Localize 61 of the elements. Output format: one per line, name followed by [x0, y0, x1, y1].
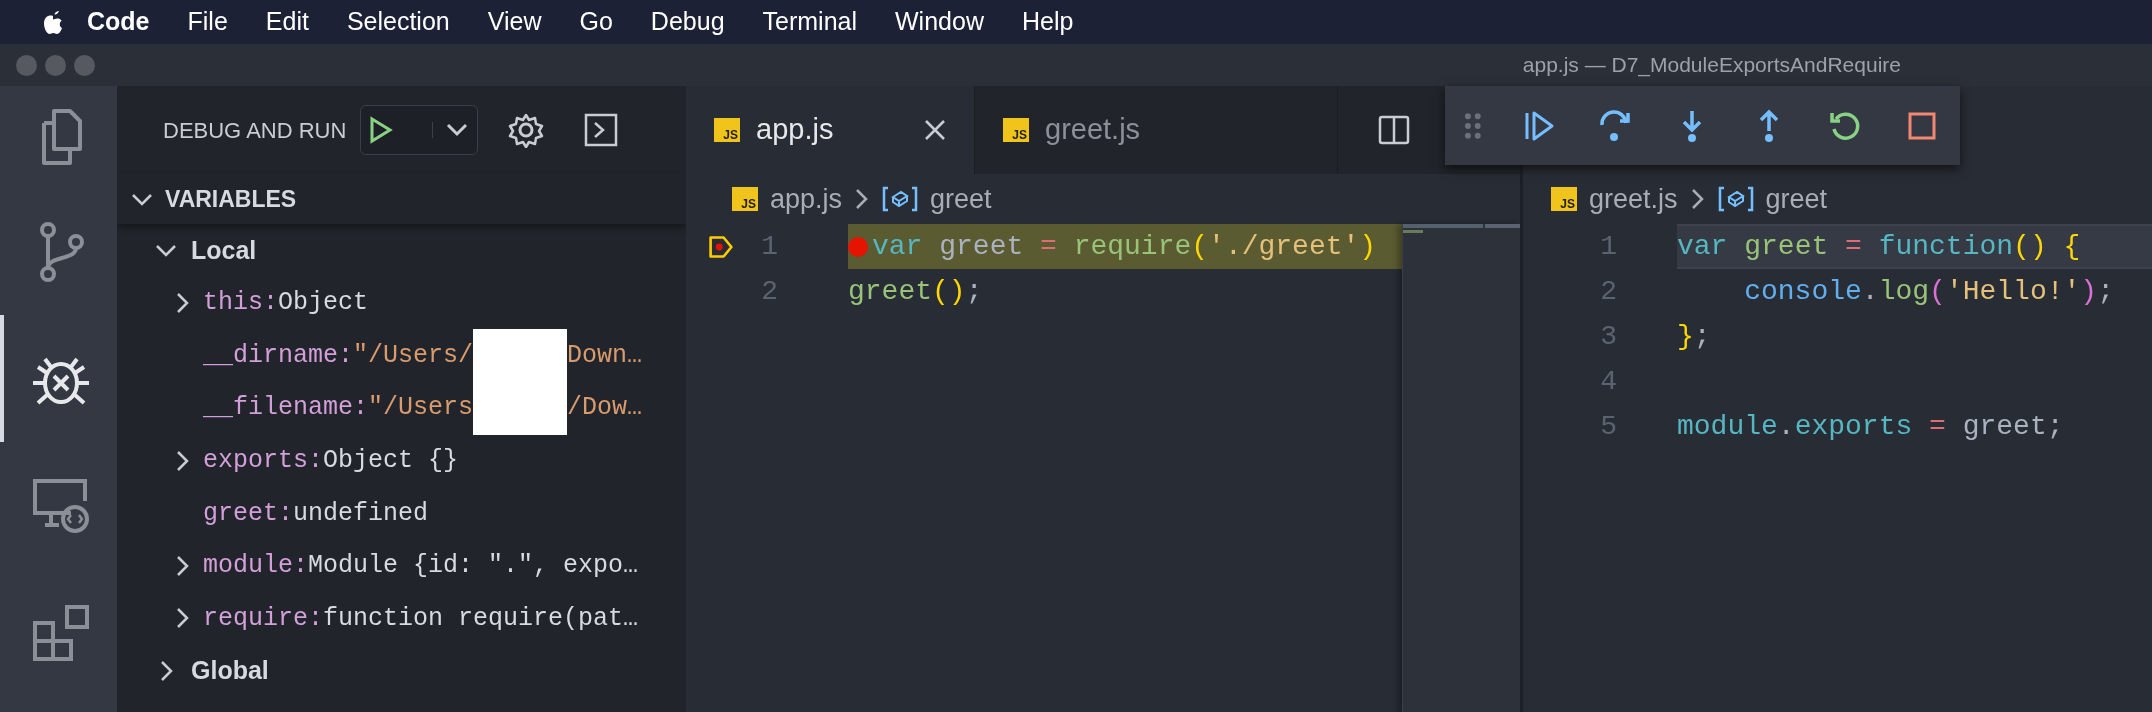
menu-item[interactable]: Go	[560, 3, 632, 41]
section-header[interactable]: VARIABLES	[117, 174, 686, 224]
js-file-icon: JS	[714, 118, 740, 142]
menu-item[interactable]: View	[468, 3, 561, 41]
extensions-icon[interactable]	[30, 602, 91, 663]
editor-tab[interactable]: JS app.js	[686, 86, 975, 174]
variable-item[interactable]: __dirname:"/Users/ Down…	[117, 329, 686, 382]
breadcrumb-item[interactable]: greet.js	[1589, 178, 1678, 220]
line-number: 5	[1599, 409, 1617, 444]
breadcrumb-item[interactable]: greet	[1765, 178, 1828, 220]
terminal-icon	[584, 113, 619, 147]
code-line: module.exports = greet;	[1677, 409, 2064, 444]
settings-button[interactable]	[508, 112, 545, 148]
variable-item[interactable]: exports:Object {}	[117, 434, 686, 487]
breadcrumb-item[interactable]: app.js	[770, 178, 843, 220]
line-number: 3	[1599, 319, 1617, 354]
drag-handle-icon[interactable]	[1463, 110, 1483, 141]
line-number: 2	[760, 274, 778, 309]
split-editor-icon	[1378, 115, 1410, 145]
symbol-icon	[882, 185, 919, 213]
settings-icon	[508, 112, 545, 148]
scope-item[interactable]: Global	[117, 644, 686, 698]
code-line: var greet = require('./greet')	[872, 229, 1377, 264]
variable-item[interactable]: require:function require(pat…	[117, 592, 686, 645]
menu-item[interactable]: Code	[68, 3, 169, 41]
panel-title: DEBUG AND RUN	[163, 116, 347, 145]
breakpoint-dot[interactable]	[848, 236, 868, 257]
line-number: 2	[1599, 274, 1617, 309]
menu-item[interactable]: File	[168, 3, 247, 41]
split-editor-button[interactable]	[1378, 115, 1410, 145]
variable-item[interactable]: module:Module {id: ".", expo…	[117, 539, 686, 593]
menu-item[interactable]: Help	[1002, 3, 1093, 41]
line-number: 1	[1599, 229, 1617, 264]
symbol-icon	[1717, 185, 1754, 213]
debug-console-button[interactable]	[584, 113, 619, 147]
menu-item[interactable]: Edit	[246, 3, 328, 41]
js-file-icon: JS	[1003, 118, 1029, 142]
scope-item[interactable]: Local	[117, 224, 686, 277]
code-line: console.log('Hello!');	[1743, 274, 2114, 309]
play-icon	[369, 116, 394, 144]
window-title: app.js — D7_ModuleExportsAndRequire	[1522, 52, 1902, 79]
menu-item[interactable]: Terminal	[743, 3, 876, 41]
line-number: 4	[1599, 364, 1617, 399]
js-file-icon: JS	[732, 187, 758, 211]
remote-monitor-icon[interactable]	[30, 476, 91, 535]
breadcrumb-item[interactable]: greet	[930, 178, 992, 220]
menu-item[interactable]: Selection	[327, 3, 469, 41]
code-line: var greet = function() {	[1677, 229, 2081, 264]
chevron-right-icon	[1689, 187, 1706, 211]
variable-item[interactable]: greet:undefined	[117, 486, 686, 540]
menu-item[interactable]: Window	[876, 3, 1003, 41]
line-number: 1	[760, 229, 778, 264]
chevron-down-icon	[445, 122, 470, 138]
code-line: };	[1677, 319, 1711, 354]
close-icon[interactable]	[924, 119, 946, 141]
step-over-icon	[1598, 108, 1633, 143]
js-file-icon: JS	[1551, 187, 1577, 211]
code-line: greet();	[848, 274, 983, 309]
variable-item[interactable]: __filename:"/Users /Dow…	[117, 381, 686, 435]
menu-item[interactable]: Debug	[631, 3, 744, 41]
variable-item[interactable]: this:Object	[117, 276, 686, 330]
